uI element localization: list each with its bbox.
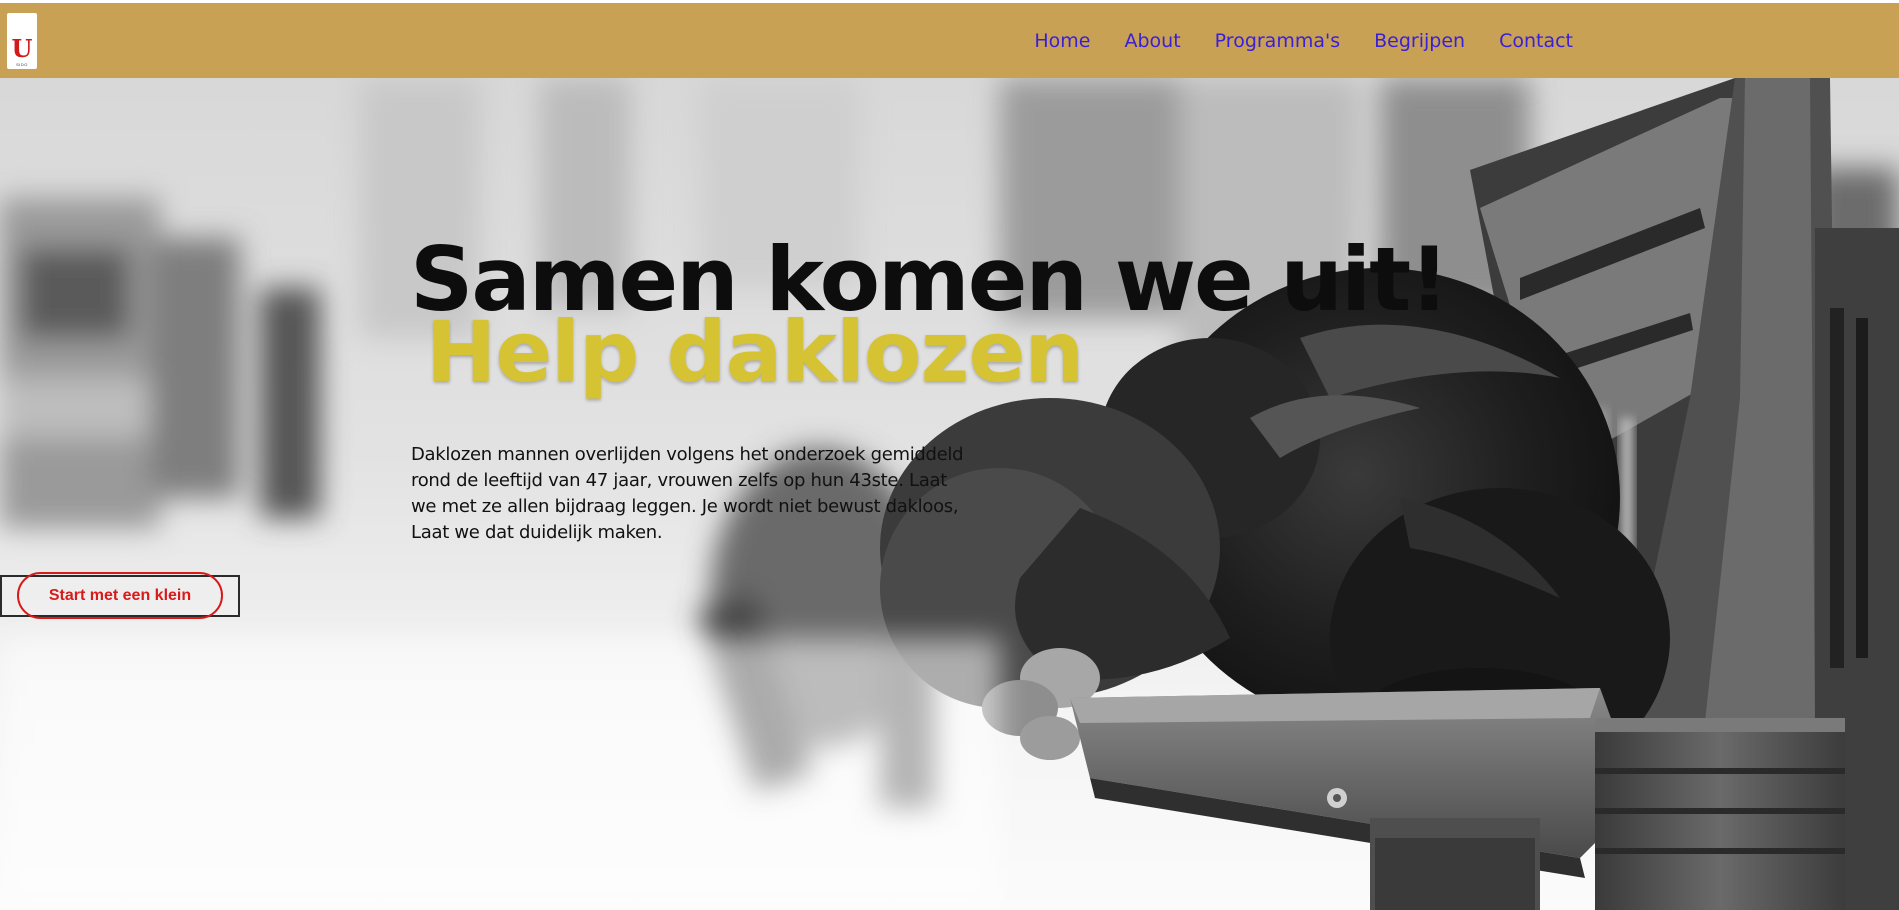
nav-link-about[interactable]: About [1124,30,1180,52]
hero-subheadline: Help daklozen [426,303,1084,401]
nav-link-begrijpen[interactable]: Begrijpen [1374,30,1465,52]
nav-link-home[interactable]: Home [1034,30,1090,52]
logo-letter: U [11,34,33,63]
nav-link-programmas[interactable]: Programma's [1215,30,1340,52]
top-navbar: U SIDO Home About Programma's Begrijpen … [0,3,1899,78]
main-nav: Home About Programma's Begrijpen Contact [1034,3,1573,78]
hero-intro-text: Daklozen mannen overlijden volgens het o… [411,444,964,543]
nav-link-contact[interactable]: Contact [1499,30,1573,52]
hero-section: Samen komen we uit! Help daklozen Dakloz… [0,78,1899,910]
logo-small-text: SIDO [16,62,28,67]
start-button[interactable]: Start met een klein [17,572,223,619]
site-logo[interactable]: U SIDO [7,13,37,69]
